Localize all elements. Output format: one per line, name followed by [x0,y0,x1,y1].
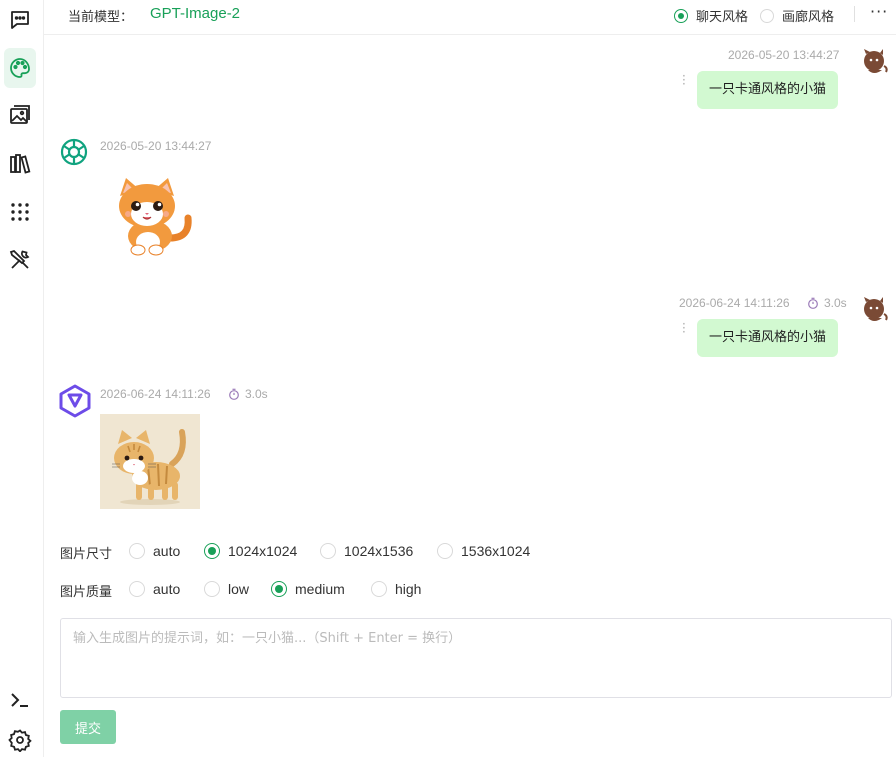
quality-option-medium[interactable]: medium [271,581,345,597]
qwen-logo-icon [59,384,91,418]
style-option-gallery[interactable]: 画廊风格 [760,6,834,25]
sidebar-item-library[interactable] [4,144,36,184]
message-menu-icon[interactable]: · · · [682,70,686,90]
message-duration: 3.0s [824,296,847,310]
library-icon [10,154,31,174]
message-menu-icon[interactable]: · · · [682,318,686,338]
more-options-button[interactable]: ··· [870,2,888,21]
message-timestamp: 2026-05-20 13:44:27 [728,48,840,62]
size-option-auto[interactable]: auto [129,543,180,559]
option-label: low [228,581,250,597]
option-label: 1536x1024 [461,543,531,559]
kitten-orange-illustration [100,168,200,263]
size-option-1536x1024[interactable]: 1536x1024 [437,543,530,559]
option-label: auto [153,543,181,559]
sidebar-item-chat[interactable] [4,0,36,40]
header: 当前模型： GPT-Image-2 聊天风格 画廊风格 ··· [44,0,896,35]
quality-option-low[interactable]: low [204,581,249,597]
radio-icon [371,581,387,597]
option-label: 1024x1024 [228,543,298,559]
model-label: 当前模型： [68,10,134,25]
user-message-bubble: 一只卡通风格的小猫 [697,319,839,357]
quality-option-auto[interactable]: auto [129,581,180,597]
sidebar-item-settings[interactable] [4,720,36,757]
message-timestamp: 2026-06-24 14:11:26 [100,387,211,401]
tools-icon [9,249,30,269]
message-timestamp: 2026-05-20 13:44:27 [100,139,212,153]
style-option-label: 聊天风格 [696,10,749,25]
user-avatar [864,297,888,321]
radio-icon [204,581,220,597]
option-label: medium [295,581,345,597]
message-duration: 3.0s [245,387,268,401]
palette-icon [10,58,30,78]
size-option-1024x1024[interactable]: 1024x1024 [204,543,297,559]
model-name[interactable]: GPT-Image-2 [150,5,240,22]
user-message-bubble: 一只卡通风格的小猫 [697,71,839,109]
sidebar-item-gallery[interactable] [4,96,36,136]
radio-icon [437,543,453,559]
sidebar-item-tools[interactable] [4,240,36,280]
style-option-chat[interactable]: 聊天风格 [674,6,748,25]
size-option-1024x1536[interactable]: 1024x1536 [320,543,413,559]
radio-icon [129,581,145,597]
option-label: 1024x1536 [344,543,414,559]
radio-icon [204,543,220,559]
timer-icon [808,297,818,309]
radio-icon [129,543,145,559]
image-size-label: 图片尺寸 [60,547,113,562]
style-option-label: 画廊风格 [782,10,835,25]
radio-icon [320,543,336,559]
message-timestamp: 2026-06-24 14:11:26 [679,296,790,310]
radio-icon [760,8,774,23]
generated-image[interactable] [100,168,200,263]
openai-logo-icon [60,138,88,166]
gallery-icon [10,105,30,124]
settings-icon [8,729,32,752]
terminal-icon [11,693,28,707]
option-label: high [395,581,422,597]
kitten-tabby-illustration [100,414,200,509]
divider [854,6,855,22]
generated-image[interactable] [100,414,200,509]
chat-icon [11,11,29,29]
option-label: auto [153,581,181,597]
apps-grid-icon [11,203,29,221]
sidebar-item-palette[interactable] [4,48,36,88]
sidebar [0,0,44,757]
timer-icon [229,388,239,400]
sidebar-item-terminal[interactable] [4,680,36,720]
submit-button[interactable]: 提交 [60,710,116,744]
sidebar-item-apps[interactable] [4,192,36,232]
user-avatar [864,49,888,73]
radio-icon [271,581,287,597]
quality-option-high[interactable]: high [371,581,421,597]
prompt-input[interactable] [60,618,892,698]
radio-icon [674,8,688,23]
image-quality-label: 图片质量 [60,585,113,600]
